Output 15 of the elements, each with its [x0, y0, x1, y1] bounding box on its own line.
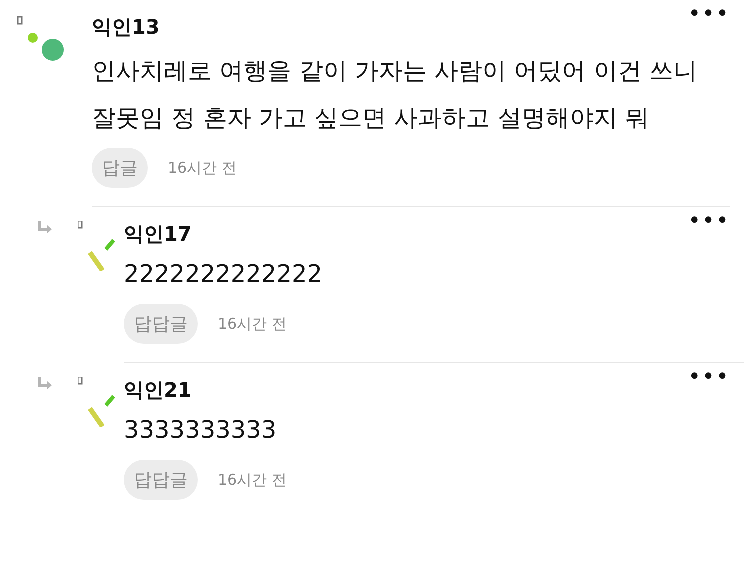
- timestamp: 16시간 전: [168, 158, 237, 178]
- more-button[interactable]: •••: [688, 2, 730, 27]
- author-name: 익인17: [124, 221, 192, 248]
- more-button[interactable]: •••: [688, 209, 730, 234]
- reply-arrow-icon: [36, 221, 52, 235]
- comment-text: 3333333333: [124, 415, 278, 446]
- timestamp: 16시간 전: [218, 470, 287, 490]
- more-button[interactable]: •••: [688, 365, 730, 390]
- timestamp: 16시간 전: [218, 314, 287, 334]
- comment-text: 인사치레로 여행을 같이 가자는 사람이 어딨어 이건 쓰니 잘못임 정 혼자 가고 싶으면 사과하고 설명해야지 뭐: [92, 56, 698, 134]
- avatar-icon: [17, 16, 65, 62]
- author-name: 익인13: [92, 14, 160, 41]
- comment-text: 2222222222222: [124, 259, 324, 290]
- author-name: 익인21: [124, 377, 192, 404]
- reply-arrow-icon: [36, 377, 52, 391]
